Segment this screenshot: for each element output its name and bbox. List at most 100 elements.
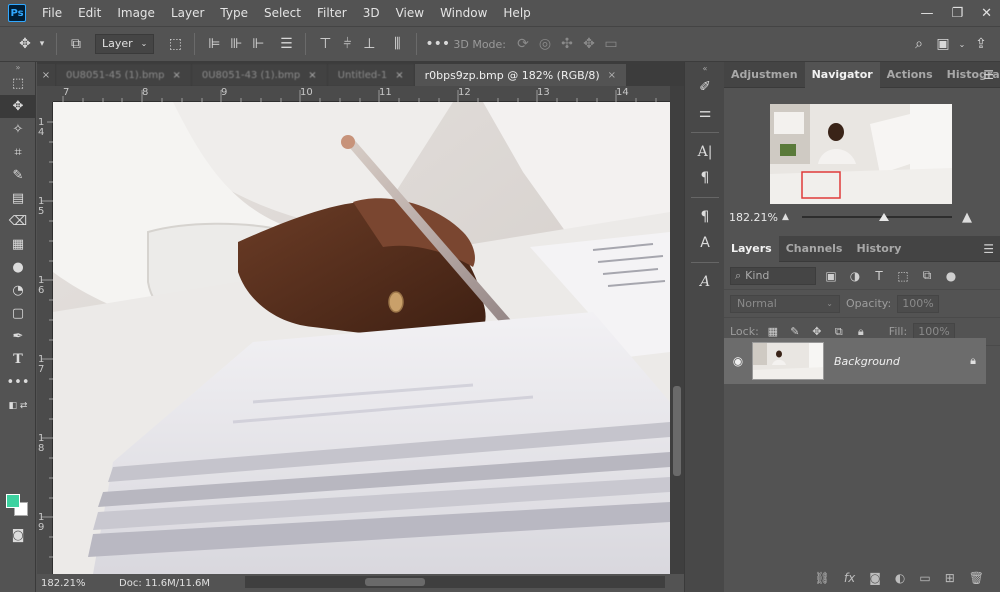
vertical-scrollbar[interactable]: [670, 86, 684, 574]
menu-help[interactable]: Help: [495, 0, 538, 26]
link-layers-icon[interactable]: ⛓: [815, 571, 830, 585]
close-icon[interactable]: ×: [308, 70, 316, 81]
layer-name[interactable]: Background: [834, 355, 970, 368]
magic-wand-tool-icon[interactable]: ✧: [0, 118, 36, 141]
3d-drag-icon[interactable]: ✣: [556, 36, 578, 52]
tab-document-1[interactable]: 0U8051-45 (1).bmp ×: [56, 64, 191, 86]
tab-layers[interactable]: Layers: [724, 235, 779, 262]
align-vertical-center-icon[interactable]: ⫩: [336, 36, 358, 52]
pixel-filter-icon[interactable]: ▣: [822, 269, 840, 283]
add-mask-icon[interactable]: ◙: [869, 571, 881, 585]
menu-select[interactable]: Select: [256, 0, 309, 26]
distribute-horizontal-icon[interactable]: ⫼: [386, 36, 408, 52]
quick-mask-icon[interactable]: ◙: [0, 524, 36, 547]
scrollbar-thumb[interactable]: [673, 386, 681, 476]
zoom-in-icon[interactable]: ▲: [962, 210, 972, 225]
more-options-icon[interactable]: •••: [425, 36, 450, 52]
more-tools-icon[interactable]: •••: [0, 371, 36, 394]
glyphs-icon[interactable]: A: [685, 269, 725, 295]
marquee-tool-icon[interactable]: ⬚: [0, 72, 36, 95]
menu-file[interactable]: File: [34, 0, 70, 26]
new-layer-icon[interactable]: ⊞: [945, 571, 955, 585]
tab-document-2[interactable]: 0U8051-43 (1).bmp ×: [191, 64, 327, 86]
tab-channels[interactable]: Channels: [779, 236, 850, 262]
character-panel-icon[interactable]: A|: [685, 139, 725, 165]
shape-tool-icon[interactable]: ▢: [0, 302, 36, 325]
menu-view[interactable]: View: [388, 0, 432, 26]
smart-object-filter-icon[interactable]: ⧉: [918, 268, 936, 283]
preset-dropdown-icon[interactable]: ▾: [36, 39, 48, 49]
crop-tool-icon[interactable]: ⌗: [0, 141, 36, 164]
character-styles-icon[interactable]: A: [685, 230, 725, 256]
layer-row-background[interactable]: ◉ Background 🔒︎: [724, 338, 986, 384]
filter-toggle-icon[interactable]: ●: [942, 269, 960, 283]
menu-edit[interactable]: Edit: [70, 0, 109, 26]
navigator-preview[interactable]: [770, 104, 952, 204]
tab-history[interactable]: History: [849, 236, 908, 262]
close-icon[interactable]: ×: [172, 70, 180, 81]
align-horizontal-center-icon[interactable]: ⊪: [225, 36, 247, 52]
3d-slide-icon[interactable]: ✥: [578, 36, 600, 52]
type-tool-icon[interactable]: T: [0, 348, 36, 371]
close-tab-icon[interactable]: ×: [37, 64, 55, 86]
menu-filter[interactable]: Filter: [309, 0, 355, 26]
align-bottom-icon[interactable]: ⊥: [358, 36, 380, 52]
lock-transparent-pixels-icon[interactable]: ▦: [765, 325, 781, 338]
lock-all-icon[interactable]: 🔒︎: [853, 325, 869, 339]
default-colors-icon[interactable]: ◧ ⇄: [0, 394, 36, 417]
tab-document-active[interactable]: r0bps9zp.bmp @ 182% (RGB/8) ×: [414, 64, 627, 86]
align-left-icon[interactable]: ⊫: [203, 36, 225, 52]
menu-image[interactable]: Image: [109, 0, 163, 26]
vertical-ruler[interactable]: 1 4 1 5 1 6 1 7 1 8 1 9: [37, 102, 53, 574]
close-window-button[interactable]: ✕: [981, 6, 992, 21]
menu-3d[interactable]: 3D: [355, 0, 388, 26]
tab-actions[interactable]: Actions: [880, 62, 940, 88]
foreground-color-swatch[interactable]: [6, 494, 20, 508]
panel-menu-icon[interactable]: ☰: [983, 62, 994, 88]
auto-select-icon[interactable]: ⧉: [65, 36, 87, 52]
delete-layer-icon[interactable]: 🗑︎: [969, 571, 984, 585]
close-icon[interactable]: ×: [608, 70, 616, 81]
eyedropper-tool-icon[interactable]: ✎: [0, 164, 36, 187]
tab-document-3[interactable]: Untitled-1 ×: [327, 64, 414, 86]
adjustments-icon[interactable]: ⚌: [685, 100, 725, 126]
paragraph-panel-icon[interactable]: ¶: [685, 165, 725, 191]
paragraph-styles-icon[interactable]: ¶: [685, 204, 725, 230]
3d-camera-icon[interactable]: ▭: [600, 36, 622, 52]
navigator-zoom-value[interactable]: 182.21%: [729, 211, 778, 224]
auto-select-dropdown[interactable]: Layer ⌄: [95, 34, 155, 54]
eraser-tool-icon[interactable]: ⌫: [0, 210, 36, 233]
lock-position-icon[interactable]: ✥: [809, 325, 825, 338]
tab-navigator[interactable]: Navigator: [804, 61, 880, 88]
document-canvas[interactable]: [53, 102, 670, 574]
share-icon[interactable]: ⇪: [970, 36, 992, 52]
adjustment-filter-icon[interactable]: ◑: [846, 269, 864, 283]
zoom-level[interactable]: 182.21%: [41, 578, 111, 589]
menu-layer[interactable]: Layer: [163, 0, 212, 26]
horizontal-ruler[interactable]: 7 8 9 10 11 12 13 14: [53, 86, 670, 102]
move-tool-preset-icon[interactable]: ✥: [14, 36, 36, 52]
menu-window[interactable]: Window: [432, 0, 495, 26]
close-icon[interactable]: ×: [395, 70, 403, 81]
layer-style-icon[interactable]: fx: [844, 571, 855, 585]
horizontal-scrollbar[interactable]: [245, 576, 665, 588]
zoom-slider[interactable]: [802, 216, 952, 218]
zoom-slider-handle[interactable]: [879, 213, 889, 221]
restore-button[interactable]: ❐: [951, 6, 963, 21]
lock-image-pixels-icon[interactable]: ✎: [787, 325, 803, 338]
new-group-icon[interactable]: ▭: [919, 571, 930, 585]
blur-tool-icon[interactable]: ●: [0, 256, 36, 279]
zoom-out-icon[interactable]: ▲: [782, 212, 789, 222]
visibility-eye-icon[interactable]: ◉: [724, 354, 752, 368]
gradient-tool-icon[interactable]: ▦: [0, 233, 36, 256]
show-transform-controls-icon[interactable]: ⬚: [164, 36, 186, 52]
layer-filter-dropdown[interactable]: ⌕ Kind: [730, 266, 816, 285]
pen-tool-icon[interactable]: ✒: [0, 325, 36, 348]
menu-type[interactable]: Type: [212, 0, 256, 26]
healing-brush-tool-icon[interactable]: ▤: [0, 187, 36, 210]
move-tool-icon[interactable]: ✥: [0, 95, 36, 118]
3d-roll-icon[interactable]: ◎: [534, 36, 556, 52]
expand-panels-icon[interactable]: «: [685, 62, 725, 74]
align-right-icon[interactable]: ⊩: [247, 36, 269, 52]
shape-filter-icon[interactable]: ⬚: [894, 269, 912, 283]
